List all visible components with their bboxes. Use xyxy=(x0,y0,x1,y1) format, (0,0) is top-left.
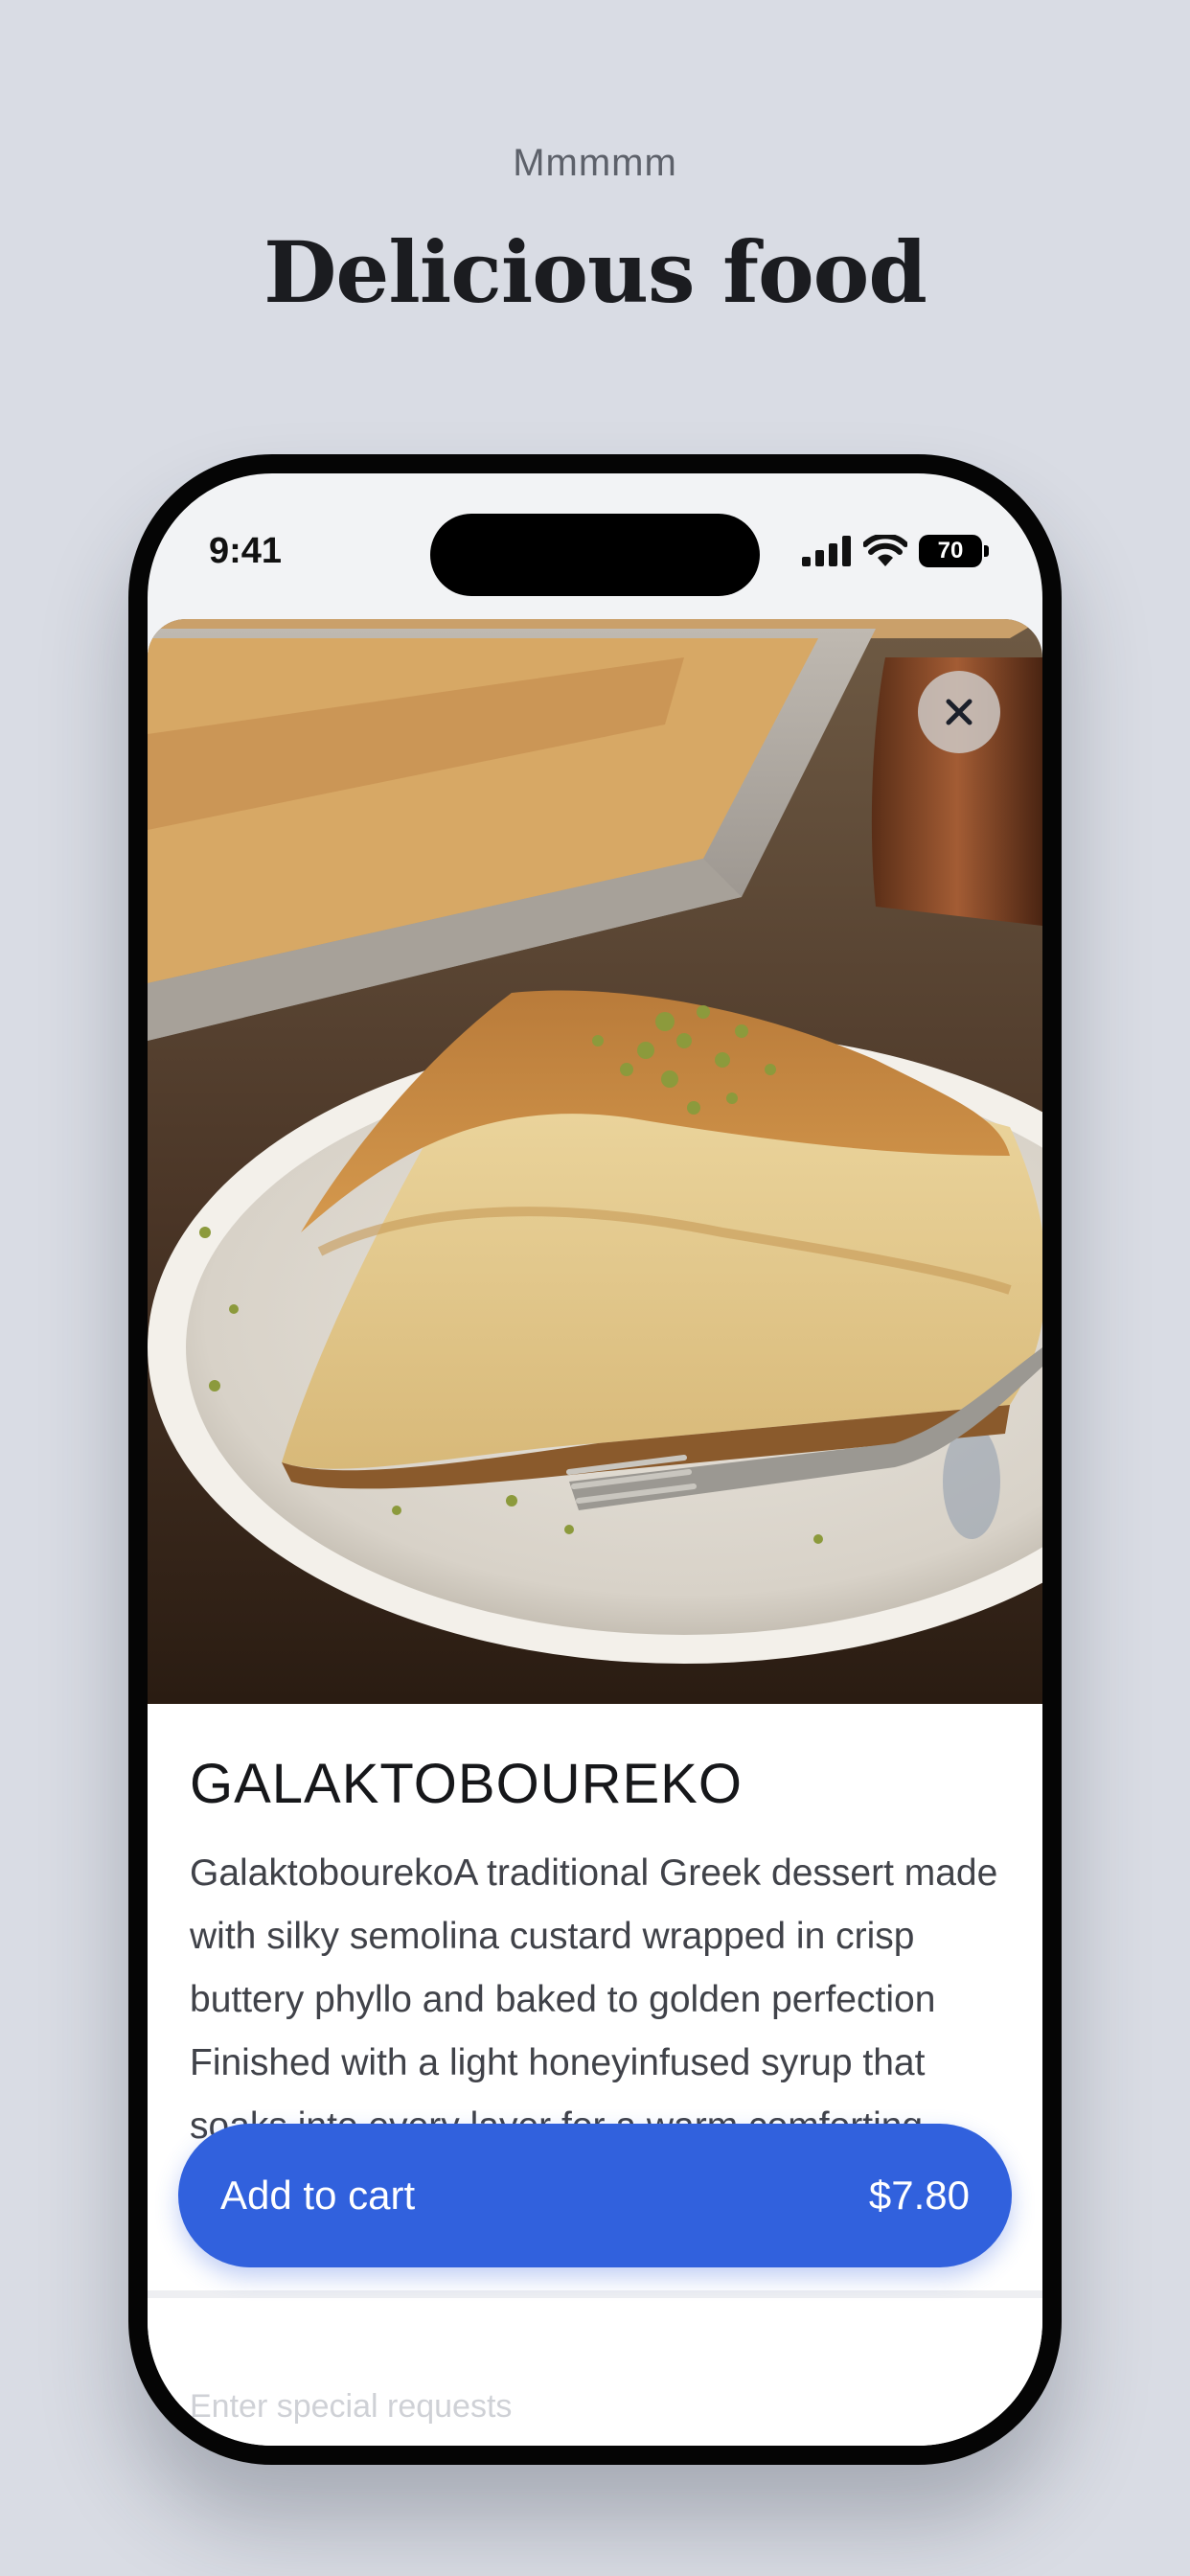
page-headline: Delicious food xyxy=(263,222,927,322)
battery-icon: 70 xyxy=(919,535,989,567)
food-photo xyxy=(148,619,1042,1704)
battery-level: 70 xyxy=(919,535,982,567)
cart-price: $7.80 xyxy=(868,2173,970,2218)
close-button[interactable] xyxy=(918,671,1000,753)
special-requests-input[interactable] xyxy=(190,2388,975,2426)
status-icons: 70 xyxy=(802,535,989,567)
section-divider xyxy=(148,2290,1042,2298)
add-to-cart-label: Add to cart xyxy=(220,2173,416,2218)
cellular-signal-icon xyxy=(802,536,851,566)
page-eyebrow: Mmmmm xyxy=(513,142,677,184)
status-time: 9:41 xyxy=(209,531,283,571)
close-icon xyxy=(946,699,973,725)
phone-frame: 9:41 70 GALAKTOBOUREKO GalaktobourekoA t… xyxy=(128,454,1062,2465)
add-to-cart-button[interactable]: Add to cart $7.80 xyxy=(178,2124,1012,2267)
dynamic-island xyxy=(430,514,760,596)
wifi-icon xyxy=(863,535,907,566)
product-title: GALAKTOBOUREKO xyxy=(190,1753,743,1815)
